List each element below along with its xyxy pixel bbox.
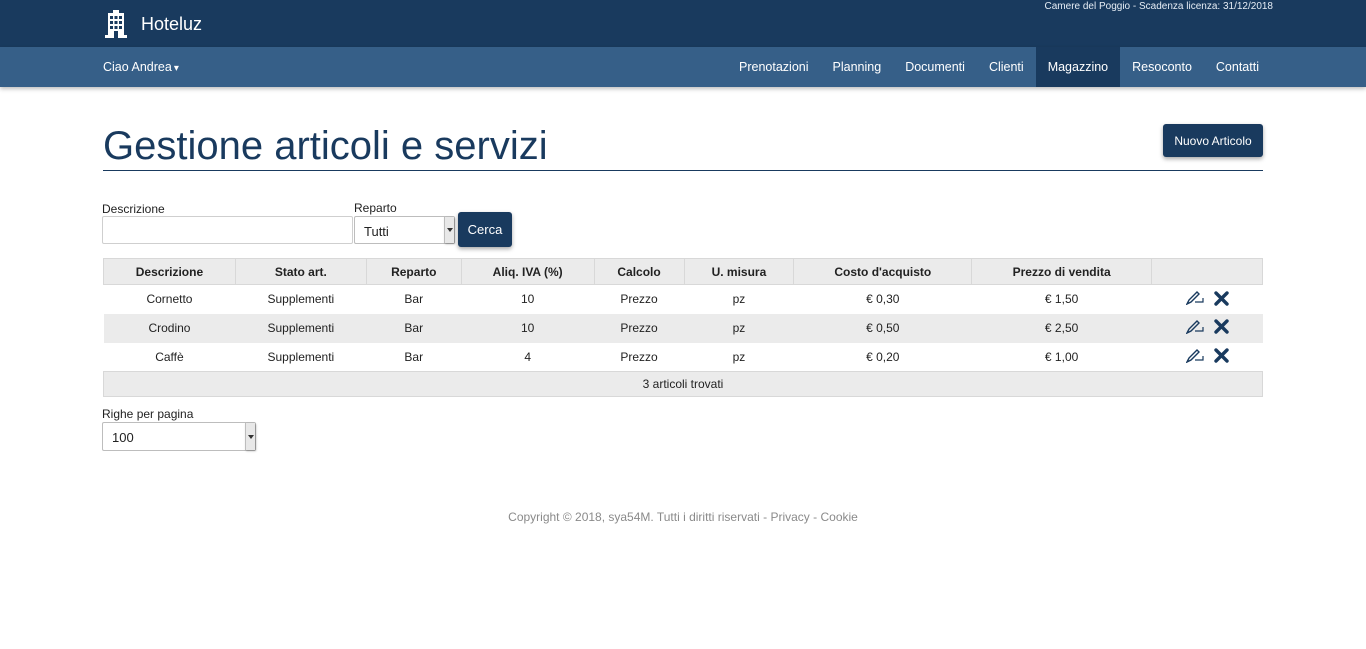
column-header-reparto[interactable]: Reparto: [365, 258, 462, 285]
cell-stato: Supplementi: [267, 349, 335, 364]
delete-icon[interactable]: [1213, 319, 1229, 334]
cell-iva: 10: [520, 292, 535, 307]
cell-iva: 4: [524, 349, 531, 364]
description-input[interactable]: [102, 216, 353, 244]
caret-down-icon: ▾: [173, 63, 179, 74]
column-header-descrizione[interactable]: Descrizione: [103, 258, 236, 285]
cookie-link[interactable]: Cookie: [820, 510, 857, 524]
cell-prezzo: € 2,50: [971, 313, 1152, 343]
nav-menu: Prenotazioni Planning Documenti Clienti …: [727, 47, 1271, 87]
nav-item-magazzino[interactable]: Magazzino: [1035, 47, 1121, 87]
nav-item-prenotazioni[interactable]: Prenotazioni: [727, 47, 821, 87]
department-select[interactable]: Tutti: [354, 216, 455, 244]
cell-misura: pz: [684, 313, 794, 343]
cell-reparto: Bar: [404, 349, 424, 364]
nav-item-contatti[interactable]: Contatti: [1204, 47, 1271, 87]
edit-icon[interactable]: [1184, 291, 1204, 306]
nav-item-clienti[interactable]: Clienti: [977, 47, 1036, 87]
cell-actions: [1152, 343, 1263, 372]
column-header-prezzo[interactable]: Prezzo di vendita: [971, 258, 1153, 285]
cell-prezzo: € 1,00: [1044, 349, 1079, 364]
rows-per-page-value: 100: [112, 430, 134, 445]
cell-descrizione: Caffè: [155, 349, 184, 364]
dropdown-arrow-icon: [245, 423, 255, 450]
copyright-text: Copyright © 2018, sya54M. Tutti i diritt…: [508, 510, 760, 524]
cell-costo: € 0,20: [866, 349, 900, 364]
nav-item-resoconto[interactable]: Resoconto: [1120, 47, 1204, 87]
cell-stato: Supplementi: [267, 292, 335, 307]
table-row: Crodino Supplementi Bar 10 Prezzo pz € 0…: [103, 313, 1263, 343]
license-info: Camere del Poggio - Scadenza licenza: 31…: [1044, 1, 1273, 12]
footer-separator: -: [763, 510, 768, 524]
department-label: Reparto: [354, 201, 397, 215]
cell-misura: pz: [732, 292, 746, 307]
column-header-actions: [1151, 258, 1263, 285]
delete-icon[interactable]: [1213, 348, 1229, 363]
cell-actions: [1152, 285, 1263, 314]
articles-table: Descrizione Stato art. Reparto Aliq. IVA…: [103, 258, 1263, 397]
user-menu-label: Ciao Andrea: [103, 60, 172, 74]
page-title: Gestione articoli e servizi: [103, 124, 548, 168]
title-divider: [103, 170, 1263, 171]
edit-icon[interactable]: [1184, 348, 1204, 364]
column-header-costo[interactable]: Costo d'acquisto: [793, 258, 973, 285]
rows-per-page-label: Righe per pagina: [102, 407, 194, 421]
description-label: Descrizione: [102, 202, 165, 216]
cell-stato: Supplementi: [235, 313, 367, 343]
top-bar: Hoteluz Camere del Poggio - Scadenza lic…: [0, 0, 1366, 47]
cell-descrizione: Cornetto: [146, 292, 193, 307]
cell-misura: pz: [732, 349, 746, 364]
cell-reparto: Bar: [366, 313, 462, 343]
column-header-stato[interactable]: Stato art.: [234, 258, 367, 285]
nav-item-documenti[interactable]: Documenti: [893, 47, 977, 87]
cell-costo: € 0,30: [866, 292, 900, 307]
main-navbar: Ciao Andrea ▾ Prenotazioni Planning Docum…: [0, 47, 1366, 87]
new-article-button[interactable]: Nuovo Articolo: [1163, 124, 1263, 157]
delete-icon[interactable]: [1213, 290, 1229, 306]
edit-icon[interactable]: [1184, 319, 1204, 335]
cell-costo: € 0,50: [793, 313, 972, 343]
brand[interactable]: Hoteluz: [105, 9, 202, 39]
cell-iva: 10: [461, 313, 595, 343]
cell-reparto: Bar: [404, 292, 424, 307]
column-header-iva[interactable]: Aliq. IVA (%): [460, 258, 595, 285]
cell-actions: [1151, 313, 1263, 343]
table-row: Cornetto Supplementi Bar 10 Prezzo pz € …: [104, 285, 1263, 314]
app-title: Hoteluz: [141, 13, 203, 34]
page-footer: Copyright © 2018, sya54M. Tutti i diritt…: [0, 510, 1366, 524]
results-count: 3 articoli trovati: [103, 371, 1263, 397]
cell-calcolo: Prezzo: [594, 313, 684, 343]
footer-separator: -: [813, 510, 818, 524]
table-row: Caffè Supplementi Bar 4 Prezzo pz € 0,20…: [104, 343, 1263, 372]
table-footer-row: 3 articoli trovati: [103, 371, 1263, 397]
nav-item-planning[interactable]: Planning: [821, 47, 894, 87]
rows-per-page-select[interactable]: 100: [102, 422, 256, 451]
cell-prezzo: € 1,50: [1044, 292, 1079, 307]
cell-descrizione: Crodino: [103, 313, 236, 343]
hotel-building-icon: [105, 10, 127, 38]
user-menu[interactable]: Ciao Andrea ▾: [103, 47, 179, 87]
table-header-row: Descrizione Stato art. Reparto Aliq. IVA…: [103, 258, 1263, 285]
department-select-value: Tutti: [364, 224, 389, 239]
cell-calcolo: Prezzo: [620, 292, 658, 307]
dropdown-arrow-icon: [444, 217, 454, 243]
privacy-link[interactable]: Privacy: [770, 510, 809, 524]
search-button[interactable]: Cerca: [458, 212, 512, 247]
column-header-calcolo[interactable]: Calcolo: [593, 258, 685, 285]
cell-calcolo: Prezzo: [620, 349, 658, 364]
column-header-misura[interactable]: U. misura: [683, 258, 795, 285]
